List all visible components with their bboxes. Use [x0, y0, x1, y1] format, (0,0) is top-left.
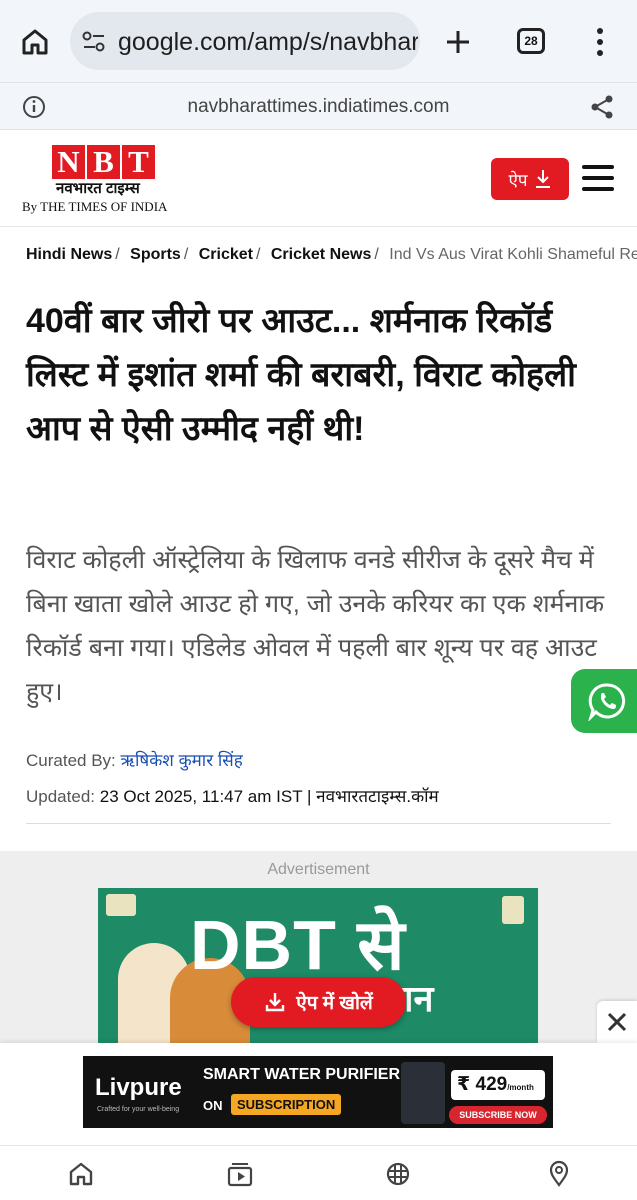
open-in-app-button[interactable]: ऐप में खोलें: [231, 977, 406, 1027]
updated-label: Updated:: [26, 787, 95, 806]
more-icon[interactable]: [594, 26, 606, 58]
tabs-icon[interactable]: 28: [517, 28, 545, 54]
breadcrumb-current: Ind Vs Aus Virat Kohli Shameful Record: [389, 246, 637, 263]
livpure-ad-banner[interactable]: Livpure Crafted for your well-being SMAR…: [83, 1056, 553, 1128]
updated-line: Updated: 23 Oct 2025, 11:47 am IST | नवभ…: [26, 784, 439, 807]
logo-hindi-text: नवभारत टाइम्स: [56, 180, 140, 197]
curated-label: Curated By:: [26, 751, 116, 770]
nav-web-icon[interactable]: [384, 1160, 412, 1188]
breadcrumb-sports[interactable]: Sports: [130, 246, 181, 263]
bottom-nav: [0, 1145, 637, 1200]
author-link[interactable]: ऋषिकेश कुमार सिंह: [121, 751, 243, 770]
livpure-price: ₹ 429/month: [451, 1070, 545, 1100]
article-headline: 40वीं बार जीरो पर आउट... शर्मनाक रिकॉर्ड…: [26, 302, 576, 448]
breadcrumb-cricket[interactable]: Cricket: [199, 246, 253, 263]
browser-toolbar: google.com/amp/s/navbharatt 28: [0, 0, 637, 82]
app-button-label: ऐप: [508, 170, 528, 190]
share-icon[interactable]: [590, 94, 614, 120]
nav-video-icon[interactable]: [226, 1160, 254, 1188]
ad-emblem-right: [502, 896, 524, 924]
whatsapp-icon: [588, 683, 626, 721]
site-info-icon[interactable]: [82, 31, 106, 53]
breadcrumb-cricket-news[interactable]: Cricket News: [271, 246, 372, 263]
amp-domain: navbharattimes.indiatimes.com: [187, 96, 450, 117]
livpure-logo: Livpure: [95, 1074, 182, 1101]
app-download-button[interactable]: ऐप: [491, 158, 569, 200]
livpure-tagline: Crafted for your well-being: [97, 1106, 180, 1113]
livpure-on: ON: [203, 1098, 223, 1113]
water-purifier-image: [401, 1062, 445, 1124]
subscribe-now-button[interactable]: SUBSCRIBE NOW: [449, 1106, 547, 1124]
site-header: N B T नवभारत टाइम्स By THE TIMES OF INDI…: [0, 131, 637, 227]
whatsapp-share-button[interactable]: [571, 669, 637, 733]
sticky-ad: Livpure Crafted for your well-being SMAR…: [0, 1043, 637, 1145]
livpure-headline: SMART WATER PURIFIER: [203, 1066, 401, 1083]
download-icon: [266, 993, 285, 1012]
nav-home-icon[interactable]: [67, 1160, 95, 1188]
download-icon: [535, 170, 550, 188]
close-icon: [607, 1012, 627, 1032]
amp-bar: navbharattimes.indiatimes.com: [0, 82, 637, 130]
updated-value: 23 Oct 2025, 11:47 am IST | नवभारतटाइम्स…: [99, 787, 439, 806]
breadcrumb: Hindi News / Sports / Cricket / Cricket New…: [26, 246, 637, 268]
menu-icon[interactable]: [582, 165, 614, 191]
home-icon[interactable]: [20, 27, 50, 57]
open-app-label: ऐप में खोलें: [296, 993, 373, 1014]
plus-icon[interactable]: [444, 28, 472, 56]
logo-by-line: By THE TIMES OF INDIA: [22, 199, 168, 214]
breadcrumb-hindi-news[interactable]: Hindi News: [26, 246, 112, 263]
ad-label: Advertisement: [267, 861, 370, 878]
nav-location-icon[interactable]: [545, 1160, 573, 1188]
byline: Curated By: ऋषिकेश कुमार सिंह: [26, 748, 243, 771]
close-ad-button[interactable]: [597, 1001, 637, 1043]
ad-emblem-left: [106, 894, 136, 916]
article-summary: विराट कोहली ऑस्ट्रेलिया के खिलाफ वनडे सी…: [26, 546, 605, 706]
livpure-subscription: SUBSCRIPTION: [231, 1094, 342, 1115]
nbt-logo[interactable]: N B T: [52, 145, 155, 179]
url-text[interactable]: google.com/amp/s/navbharatt: [118, 28, 418, 57]
divider: [26, 823, 611, 824]
